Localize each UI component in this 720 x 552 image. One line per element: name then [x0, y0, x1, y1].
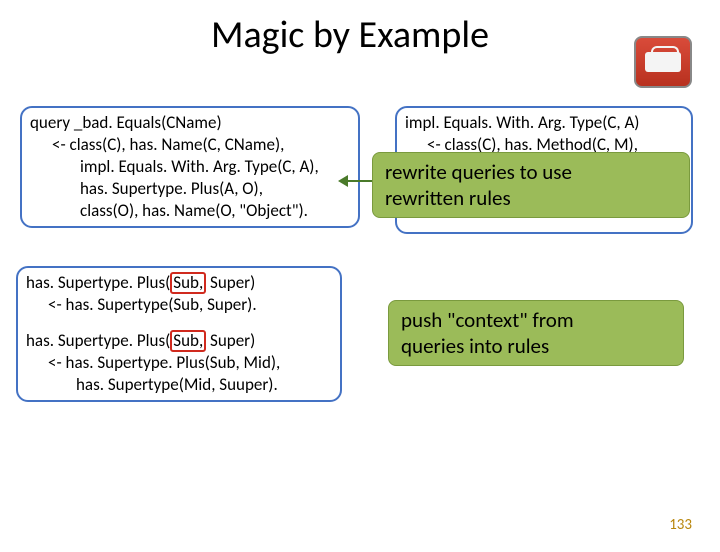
code-line: impl. Equals. With. Arg. Type(C, A) [405, 112, 683, 134]
page-number: 133 [669, 516, 692, 534]
highlight-box: Sub, [170, 330, 206, 352]
callout-rewrite: rewrite queries to use rewritten rules [372, 152, 690, 218]
code-line: has. Supertype. Plus(Sub, Super) [26, 330, 332, 352]
code-block-supertype: has. Supertype. Plus(Sub, Super) <- has.… [16, 266, 342, 402]
code-line: <- has. Supertype. Plus(Sub, Mid), [26, 352, 332, 374]
code-text: has. Supertype. Plus( [26, 330, 170, 351]
code-line: class(O), has. Name(O, "Object"). [30, 200, 350, 222]
code-block-query: query _bad. Equals(CName) <- class(C), h… [20, 106, 360, 228]
code-text: has. Supertype. Plus( [26, 272, 170, 293]
code-line: query _bad. Equals(CName) [30, 112, 350, 134]
code-line: <- has. Supertype(Sub, Super). [26, 294, 332, 316]
code-line: has. Supertype(Mid, Suuper). [26, 374, 332, 396]
code-line: has. Supertype. Plus(A, O), [30, 178, 350, 200]
callout-line: rewritten rules [385, 185, 677, 211]
code-text: Super) [206, 272, 255, 293]
code-line: impl. Equals. With. Arg. Type(C, A), [30, 156, 350, 178]
callout-line: queries into rules [401, 333, 671, 359]
arrow-icon [340, 180, 376, 182]
code-line: has. Supertype. Plus(Sub, Super) [26, 272, 332, 294]
callout-line: rewrite queries to use [385, 159, 677, 185]
callout-line: push "context" from [401, 307, 671, 333]
slide-title: Magic by Example [0, 12, 720, 58]
code-text: Super) [206, 330, 255, 351]
callout-push-context: push "context" from queries into rules [388, 300, 684, 366]
highlight-box: Sub, [170, 272, 206, 294]
code-line: <- class(C), has. Name(C, CName), [30, 134, 350, 156]
keyboard-icon [634, 36, 692, 88]
